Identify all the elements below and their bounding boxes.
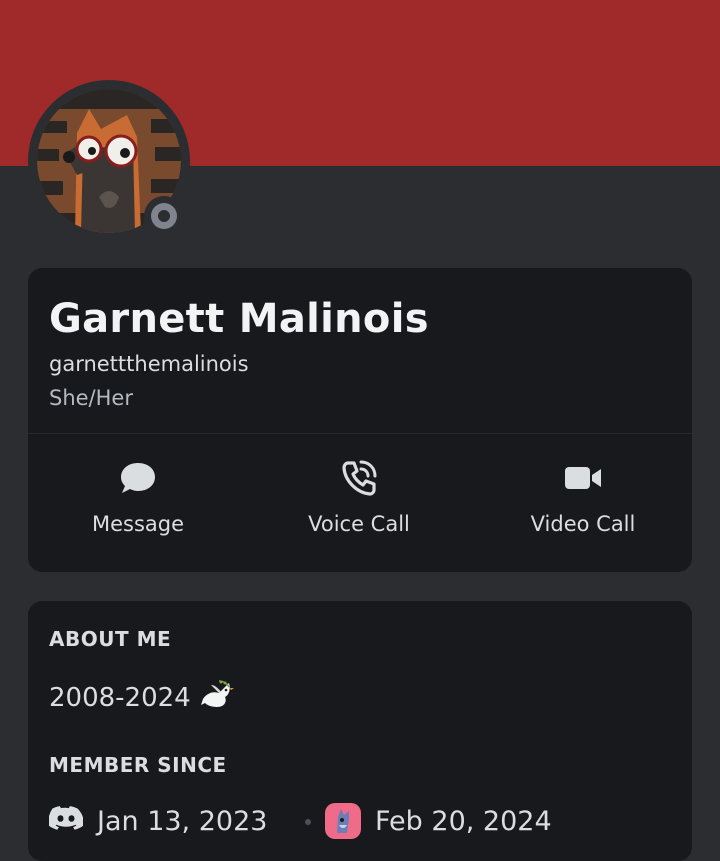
server-icon[interactable]	[325, 803, 361, 839]
avatar-frame	[28, 80, 190, 242]
pronouns: She/Her	[49, 386, 133, 410]
chat-bubble-icon	[121, 463, 155, 493]
video-call-button[interactable]: Video Call	[483, 458, 683, 548]
profile-identity-card: Garnett Malinois garnettthemalinois She/…	[28, 268, 692, 572]
discord-join-date: Jan 13, 2023	[97, 806, 268, 837]
separator-dot	[305, 819, 311, 825]
server-join-date: Feb 20, 2024	[375, 806, 552, 837]
about-me-value: 2008-2024	[49, 683, 191, 713]
member-since-row: Jan 13, 2023 Feb 20, 2024	[49, 801, 689, 841]
member-since-heading: MEMBER SINCE	[49, 753, 227, 777]
username[interactable]: garnettthemalinois	[49, 352, 249, 376]
about-me-text: 2008-2024	[49, 679, 235, 718]
offline-status-icon	[151, 203, 177, 229]
dove-icon	[199, 679, 235, 718]
phone-icon	[342, 460, 377, 496]
about-me-heading: ABOUT ME	[49, 627, 172, 651]
divider	[28, 433, 692, 434]
message-button[interactable]: Message	[38, 458, 238, 548]
message-label: Message	[91, 512, 185, 536]
voice-call-button[interactable]: Voice Call	[259, 458, 459, 548]
status-indicator-frame	[144, 196, 184, 236]
video-camera-icon	[565, 467, 601, 489]
voice-call-label: Voice Call	[308, 512, 410, 536]
video-call-label: Video Call	[530, 512, 636, 536]
about-card: ABOUT ME 2008-2024 MEMBER SINCE Jan 13, …	[28, 601, 692, 861]
display-name: Garnett Malinois	[49, 296, 429, 342]
discord-logo-icon	[49, 806, 83, 830]
